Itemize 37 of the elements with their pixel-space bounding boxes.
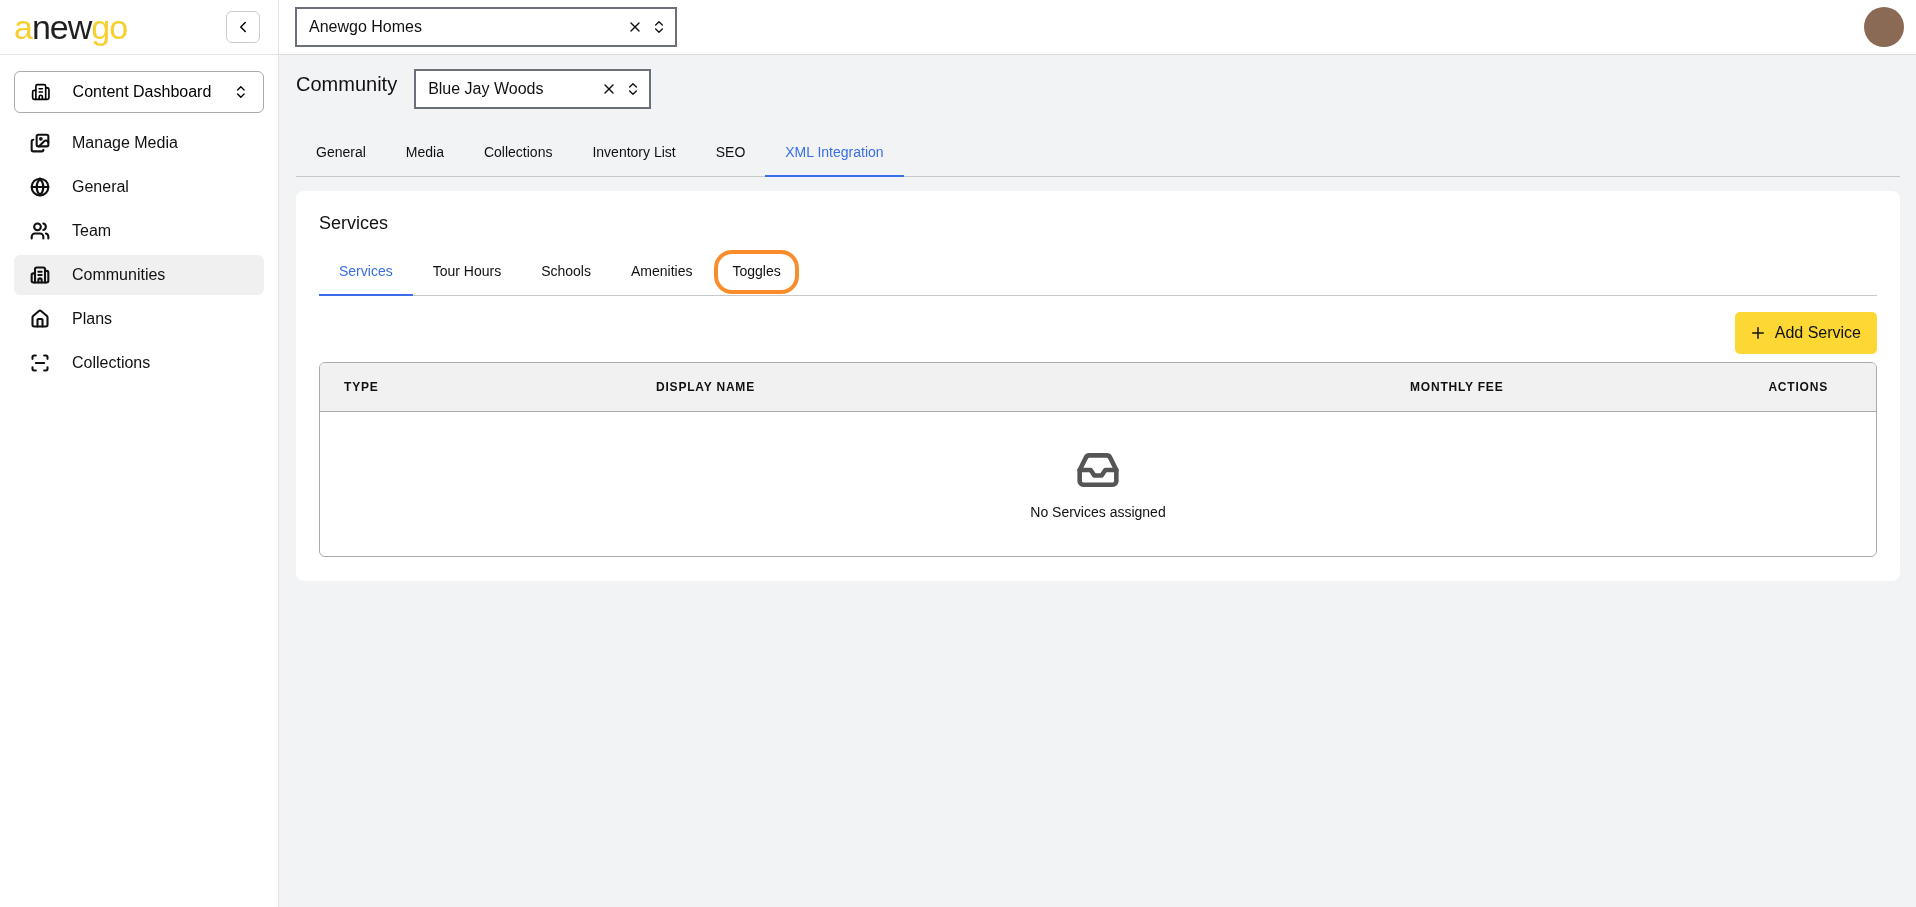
logo: anewgo — [14, 10, 128, 44]
tab[interactable]: SEO — [695, 129, 766, 177]
empty-message: No Services assigned — [1030, 504, 1166, 520]
house-icon — [30, 309, 50, 329]
building-icon — [31, 82, 51, 102]
tab[interactable]: Tour Hours — [412, 248, 522, 296]
buildings-icon — [30, 265, 50, 285]
tab[interactable]: General — [296, 129, 386, 177]
workspace-select[interactable]: Content Dashboard — [14, 71, 264, 113]
images-icon — [30, 133, 50, 153]
avatar[interactable] — [1864, 7, 1904, 47]
tab[interactable]: XML Integration — [765, 129, 904, 177]
column-header: MONTHLY FEE — [1410, 380, 1505, 394]
column-header: TYPE — [344, 380, 380, 394]
column-header: ACTIONS — [1768, 380, 1828, 394]
people-icon — [30, 221, 50, 241]
add-service-button[interactable]: Add Service — [1734, 312, 1877, 354]
globe-icon — [30, 177, 50, 197]
community-title: Community — [296, 73, 398, 96]
card-title: Services — [319, 213, 390, 234]
tab[interactable]: Amenities — [610, 248, 713, 296]
tab[interactable]: Collections — [463, 129, 573, 177]
company-select[interactable]: Anewgo Homes — [295, 7, 677, 47]
tab[interactable]: Services — [319, 248, 413, 296]
sidebar-item[interactable]: Plans — [14, 299, 264, 339]
community-select[interactable]: Blue Jay Woods — [414, 69, 652, 109]
tab[interactable]: Inventory List — [572, 129, 696, 177]
frame-icon — [30, 353, 50, 373]
sidebar-item[interactable]: General — [14, 167, 264, 207]
column-header: DISPLAY NAME — [656, 380, 756, 394]
tab[interactable]: Toggles — [712, 248, 801, 296]
sidebar-item[interactable]: Manage Media — [14, 123, 264, 163]
tab[interactable]: Media — [385, 129, 464, 177]
tab[interactable]: Schools — [521, 248, 611, 296]
sidebar-item[interactable]: Collections — [14, 343, 264, 383]
sidebar-item[interactable]: Communities — [14, 255, 264, 295]
sidebar-item[interactable]: Team — [14, 211, 264, 251]
